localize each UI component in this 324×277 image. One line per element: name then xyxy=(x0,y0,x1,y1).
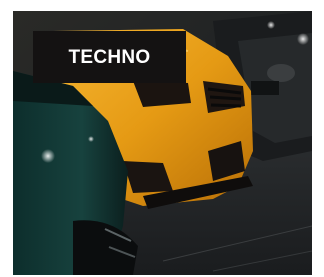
article-card[interactable]: TECHNO xyxy=(13,11,312,275)
category-badge[interactable]: TECHNO xyxy=(33,31,186,83)
category-label: TECHNO xyxy=(68,46,151,68)
